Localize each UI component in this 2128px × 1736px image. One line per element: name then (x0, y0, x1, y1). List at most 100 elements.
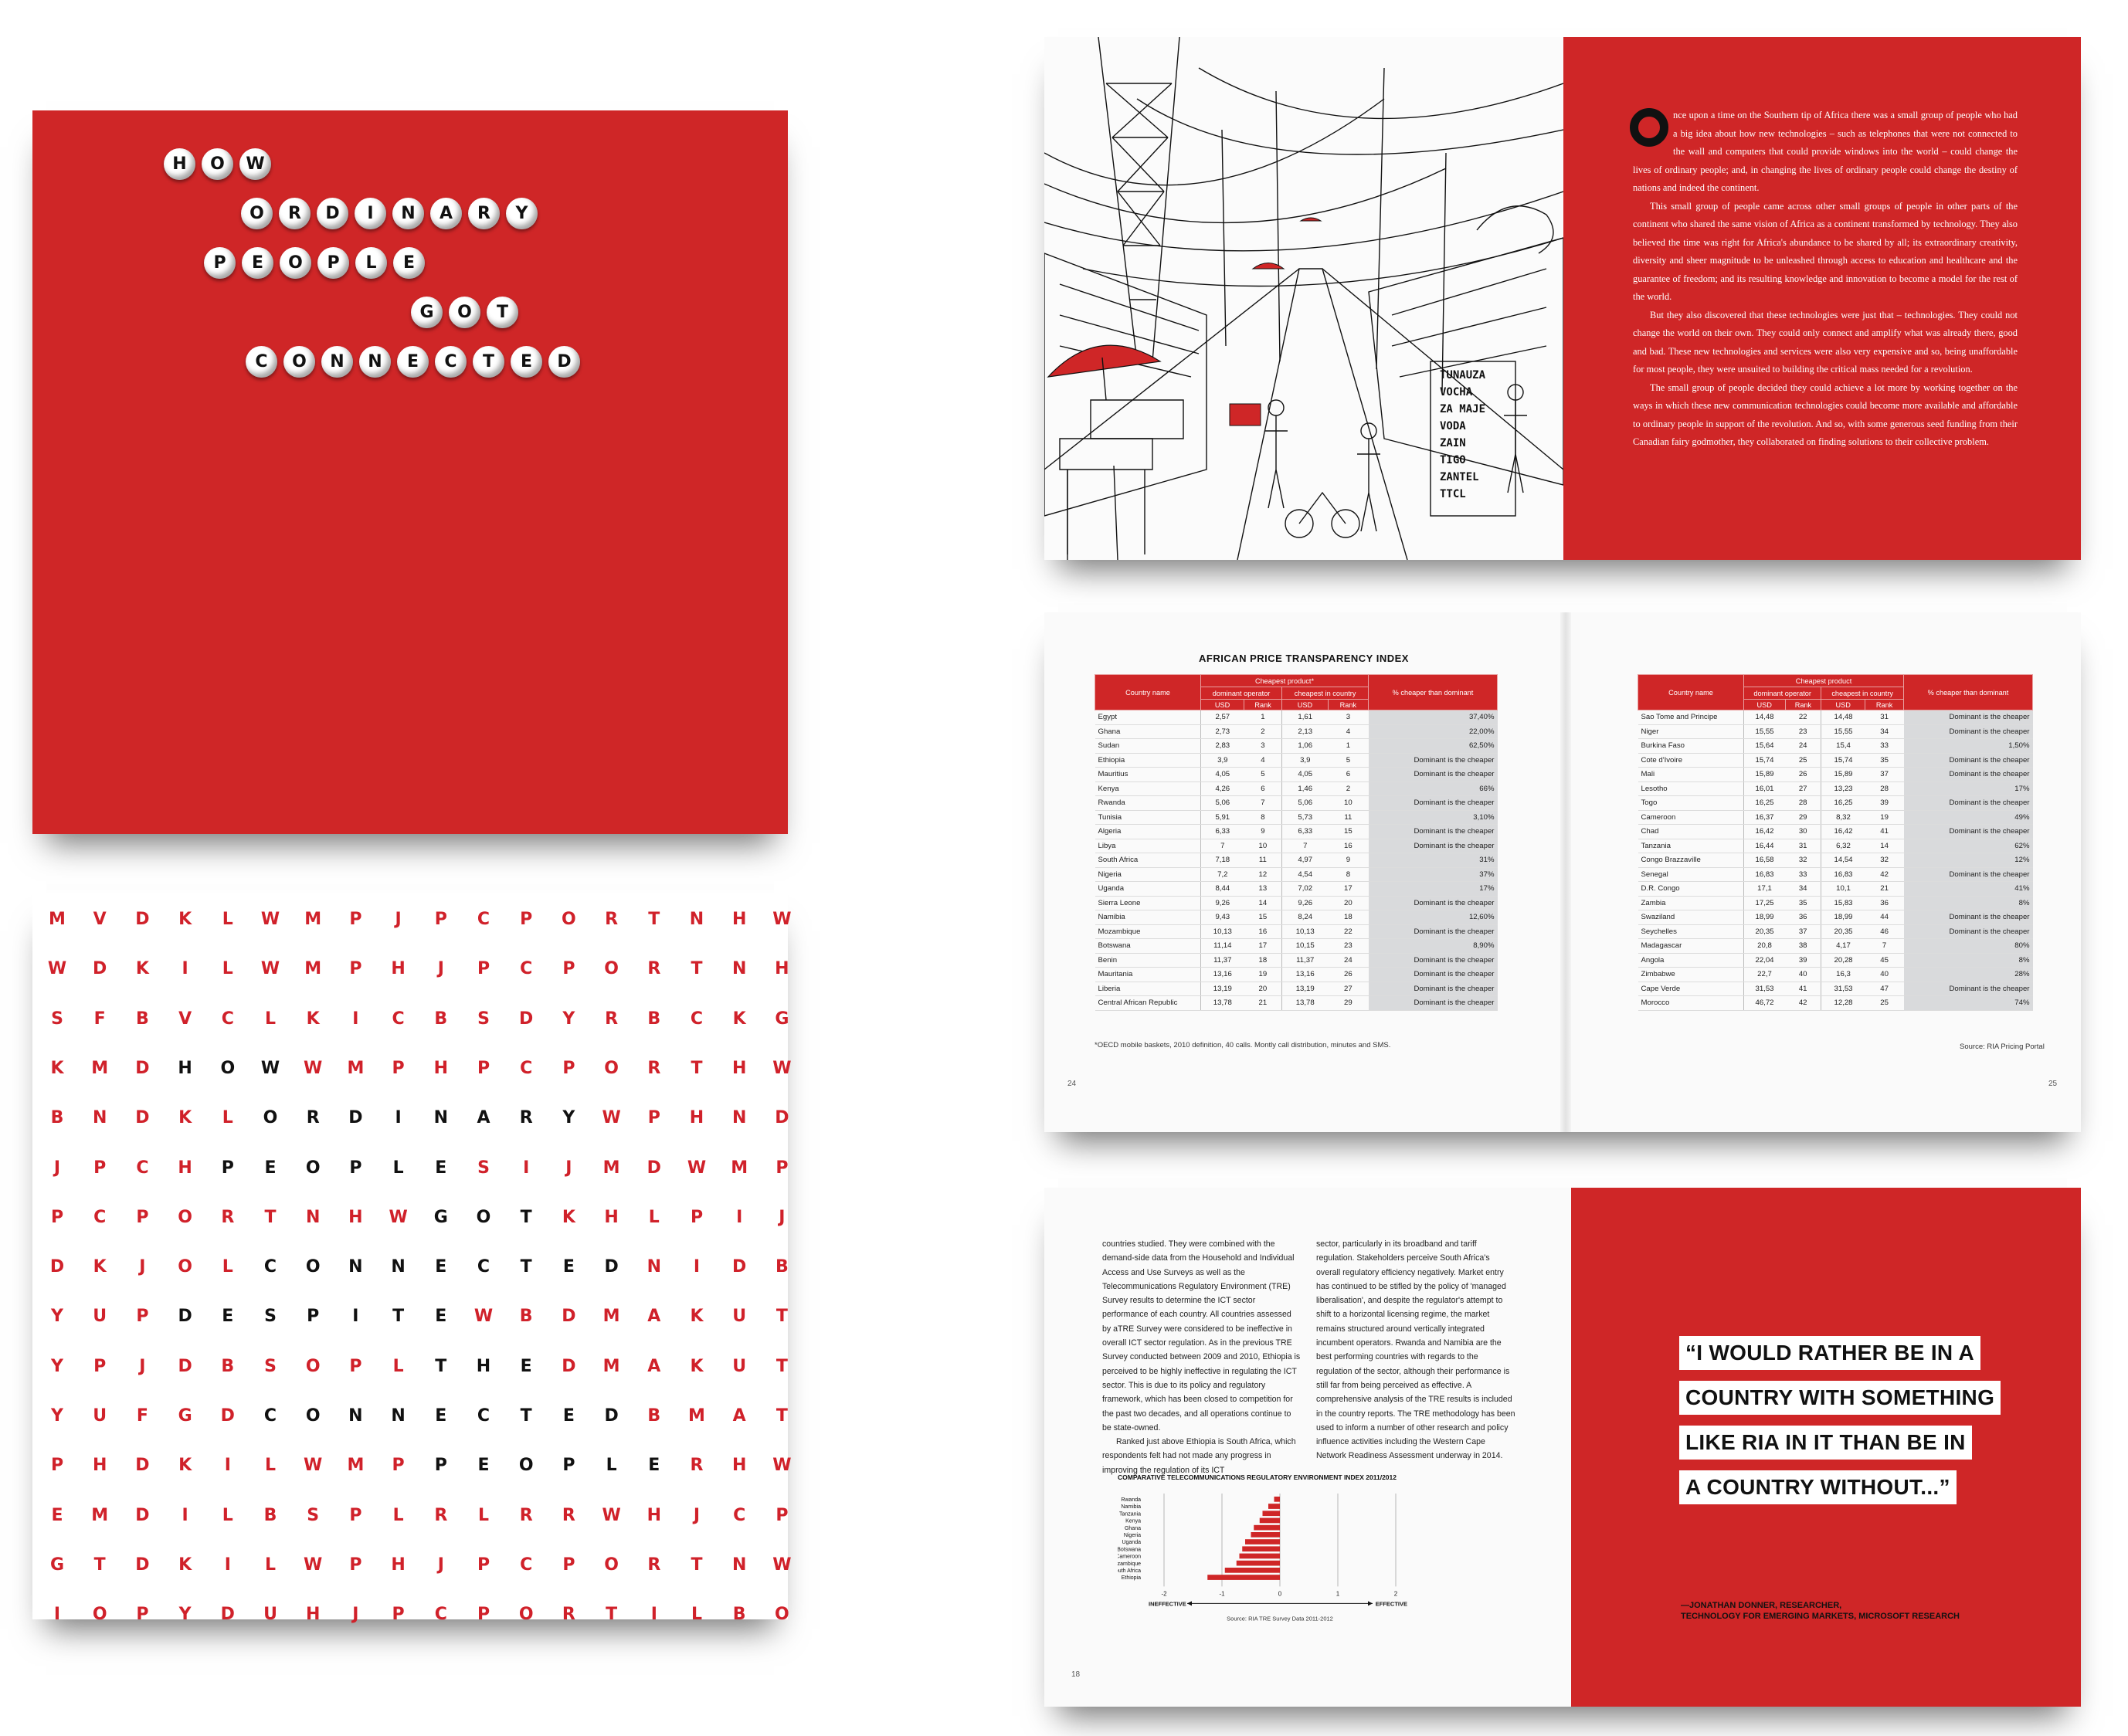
dominant-rank-cell: 31 (1785, 839, 1821, 853)
word-search-letter: P (477, 1555, 490, 1575)
table-row: Algeria 6,33 9 6,33 15 Dominant is the cheape… (1095, 824, 1498, 839)
bar (1251, 1532, 1280, 1538)
drop-cap-o (1630, 108, 1668, 147)
word-search-letter: K (562, 1207, 575, 1227)
street-illustration-page: TUNAUZA VOCHA ZA MAJE VODA ZAIN TIGO ZAN… (1044, 36, 1564, 561)
cover-letter: O (283, 346, 315, 378)
table-row: Zambia 17,25 35 15,83 36 8% (1638, 896, 2033, 910)
category-label: Mozambique (1118, 1561, 1141, 1567)
word-search-letter: H (178, 1158, 192, 1178)
dominant-rank-cell: 29 (1785, 810, 1821, 825)
word-search-row: PCPORTNHWGOTKHLPIJ (32, 1202, 788, 1233)
cheapest-usd-cell: 10,1 (1821, 881, 1865, 897)
word-search-letter: D (135, 1456, 150, 1476)
dominant-usd-cell: 15,89 (1743, 767, 1785, 782)
country-cell: Togo (1638, 795, 1744, 811)
word-search-letter: U (93, 1406, 107, 1426)
cheapest-rank-cell: 42 (1865, 867, 1904, 882)
cheapest-usd-cell: 13,78 (1281, 995, 1329, 1011)
word-search-row: YUFGDCONNECTEDBMAT (32, 1401, 788, 1432)
word-search-letter: A (647, 1307, 661, 1327)
cheapest-usd-cell: 8,24 (1281, 910, 1329, 925)
country-cell: Botswana (1095, 938, 1201, 954)
pct-cheaper-cell: 37% (1368, 867, 1498, 882)
cheapest-rank-cell: 33 (1865, 738, 1904, 754)
cheapest-usd-cell: 15,89 (1821, 767, 1865, 782)
word-search-letter: T (776, 1307, 788, 1327)
word-search-letter: P (392, 1605, 405, 1625)
category-label: Cameroon (1118, 1555, 1141, 1560)
header-usd: USD (1821, 699, 1866, 710)
word-search-letter: O (305, 1257, 321, 1277)
bar (1268, 1504, 1280, 1509)
x-tick-label: -1 (1219, 1590, 1225, 1597)
word-search-letter: H (731, 1456, 747, 1476)
bar (1207, 1575, 1280, 1580)
table-row: Central African Republic 13,78 21 13,78 29 Do… (1095, 995, 1498, 1011)
cheapest-usd-cell: 20,28 (1821, 953, 1865, 968)
word-search-letter: L (264, 1555, 277, 1575)
dominant-usd-cell: 2,83 (1200, 738, 1244, 754)
word-search-letter: P (392, 1058, 405, 1078)
word-search-row: IOPYDUHJPCPORTILBO (32, 1599, 789, 1630)
bar (1259, 1517, 1280, 1524)
word-search-letter: I (224, 1456, 231, 1476)
word-search-letter: P (93, 1158, 107, 1178)
header-cheapest-in-country: cheapest in country (1281, 687, 1369, 700)
word-search-letter: D (604, 1406, 619, 1426)
word-search-letter: T (520, 1406, 532, 1426)
word-search-letter: E (648, 1456, 660, 1476)
price-table-right: Country name Cheapest product % cheaper … (1638, 674, 2033, 1011)
bar (1239, 1553, 1280, 1559)
country-cell: Swaziland (1638, 910, 1744, 925)
word-search-letter: C (477, 910, 490, 929)
word-search-letter: R (519, 1505, 533, 1525)
country-cell: Egypt (1095, 710, 1201, 725)
word-search-letter: O (775, 1605, 789, 1625)
cheapest-rank-cell: 47 (1865, 982, 1904, 996)
word-search-letter: O (476, 1207, 491, 1227)
table-row: Togo 16,25 28 16,25 39 Dominant is the cheape… (1638, 795, 2033, 811)
cover-letter: D (317, 198, 348, 229)
quote-attribution: TECHNOLOGY FOR EMERGING MARKETS, MICROSO… (1681, 1612, 1960, 1621)
price-footnote: *OECD mobile baskets, 2010 definition, 4… (1095, 1041, 1391, 1049)
tre-paragraph: countries studied. They were combined wi… (1102, 1239, 1301, 1433)
sign-line: ZA MAJE (1440, 403, 1485, 415)
word-search-letter: K (690, 1307, 704, 1327)
cover-letter: E (511, 346, 542, 378)
table-row: Nigeria 7,2 12 4,54 8 37% (1095, 867, 1498, 882)
dominant-usd-cell: 3,9 (1200, 753, 1244, 768)
cover-letter: P (317, 247, 349, 279)
table-row: Morocco 46,72 42 12,28 25 74% (1638, 995, 2033, 1011)
cheapest-rank-cell: 18 (1328, 910, 1369, 925)
cheapest-rank-cell: 8 (1328, 867, 1369, 882)
dominant-usd-cell: 16,83 (1743, 867, 1785, 882)
tre-paragraph: Ranked just above Ethiopia is South Afri… (1102, 1437, 1296, 1475)
dominant-rank-cell: 8 (1244, 810, 1282, 825)
cover-letter: L (355, 247, 387, 279)
dominant-rank-cell: 38 (1785, 938, 1821, 954)
word-search-row: YPJDBSOPLTHEDMAKUT (32, 1351, 788, 1382)
word-search-letter: D (220, 1406, 235, 1426)
cheapest-rank-cell: 15 (1328, 824, 1369, 839)
dominant-rank-cell: 26 (1785, 767, 1821, 782)
quote-line: A COUNTRY WITHOUT...” (1679, 1470, 1957, 1504)
country-cell: South Africa (1095, 853, 1201, 868)
cheapest-rank-cell: 24 (1328, 953, 1369, 968)
story-paragraph: nce upon a time on the Southern tip of A… (1630, 107, 2018, 198)
word-search-letter: Y (51, 1356, 63, 1376)
word-search-letter: K (178, 910, 192, 929)
word-search-letter: C (392, 1009, 405, 1029)
table-row: Ethiopia 3,9 4 3,9 5 Dominant is the cheaper (1095, 753, 1498, 768)
word-search-row: KMDHOWWMPHPCPORTHW (32, 1053, 791, 1084)
word-search-letter: E (435, 1158, 447, 1178)
dominant-rank-cell: 39 (1785, 953, 1821, 968)
word-search-letter: I (395, 1108, 402, 1128)
word-search-letter: P (349, 959, 362, 979)
word-search-letter: W (47, 959, 67, 979)
table-row: Mali 15,89 26 15,89 37 Dominant is the cheape… (1638, 767, 2033, 782)
table-row: Liberia 13,19 20 13,19 27 Dominant is the che… (1095, 982, 1498, 996)
word-search-letter: L (222, 1257, 233, 1277)
table-row: Zimbabwe 22,7 40 16,3 40 28% (1638, 967, 2033, 982)
cheapest-rank-cell: 36 (1865, 896, 1904, 910)
